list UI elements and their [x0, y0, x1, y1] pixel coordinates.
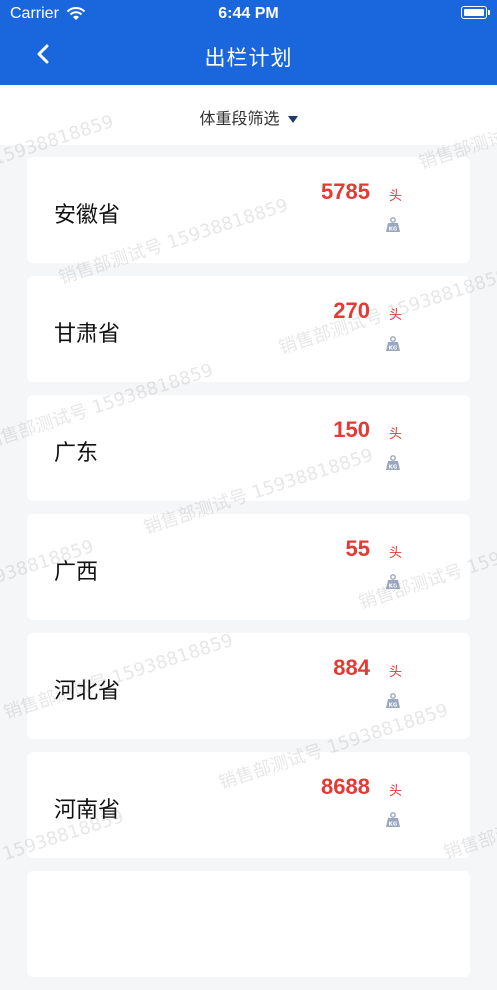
svg-text:KG: KG [389, 822, 398, 828]
head-count: 270 [333, 298, 370, 323]
province-name: 河北省 [54, 679, 121, 704]
province-name: 甘肃省 [54, 322, 121, 347]
head-unit: 头 [389, 546, 403, 561]
svg-text:KG: KG [389, 465, 398, 471]
status-time: 6:44 PM [218, 5, 279, 22]
kg-weight-icon: KG [386, 812, 400, 828]
province-name: 河南省 [54, 798, 121, 823]
province-name: 广东 [54, 441, 99, 466]
province-card[interactable]: 河北省 884 头 KG [27, 633, 470, 739]
status-bar: Carrier 6:44 PM [0, 0, 497, 28]
head-unit: 头 [389, 189, 403, 204]
head-count: 884 [333, 655, 370, 680]
province-name: 安徽省 [54, 203, 121, 228]
weight-filter-label: 体重段筛选 [199, 109, 280, 128]
province-card[interactable]: 安徽省 5785 头 KG [27, 157, 470, 263]
filter-bar: 体重段筛选 [0, 85, 497, 145]
province-card[interactable]: 甘肃省 270 头 KG [27, 276, 470, 382]
svg-text:KG: KG [389, 346, 398, 352]
svg-text:KG: KG [389, 584, 398, 590]
nav-header: Carrier 6:44 PM 出栏计划 [0, 0, 497, 85]
head-unit: 头 [389, 665, 403, 680]
province-list: 安徽省 5785 头 KG 甘肃省 270 头 KG 广东 150 头 KG 广… [27, 157, 470, 990]
province-card[interactable]: 广东 150 头 KG [27, 395, 470, 501]
province-card-partial[interactable] [27, 871, 470, 977]
kg-weight-icon: KG [386, 455, 400, 471]
kg-weight-icon: KG [386, 217, 400, 233]
head-unit: 头 [389, 427, 403, 442]
head-unit: 头 [389, 308, 403, 323]
province-card[interactable]: 河南省 8688 头 KG [27, 752, 470, 858]
svg-text:KG: KG [389, 703, 398, 709]
head-count: 5785 [321, 179, 370, 204]
page-title: 出栏计划 [204, 46, 293, 70]
kg-weight-icon: KG [386, 693, 400, 709]
head-count: 55 [345, 536, 370, 561]
province-card[interactable]: 广西 55 头 KG [27, 514, 470, 620]
head-unit: 头 [389, 784, 403, 799]
caret-down-icon [287, 116, 298, 123]
kg-weight-icon: KG [386, 574, 400, 590]
battery-icon [461, 6, 490, 19]
head-count: 150 [333, 417, 370, 442]
province-name: 广西 [54, 560, 99, 585]
weight-filter-dropdown[interactable]: 体重段筛选 [0, 105, 497, 129]
kg-weight-icon: KG [386, 336, 400, 352]
svg-text:KG: KG [389, 227, 398, 233]
head-count: 8688 [321, 774, 370, 799]
